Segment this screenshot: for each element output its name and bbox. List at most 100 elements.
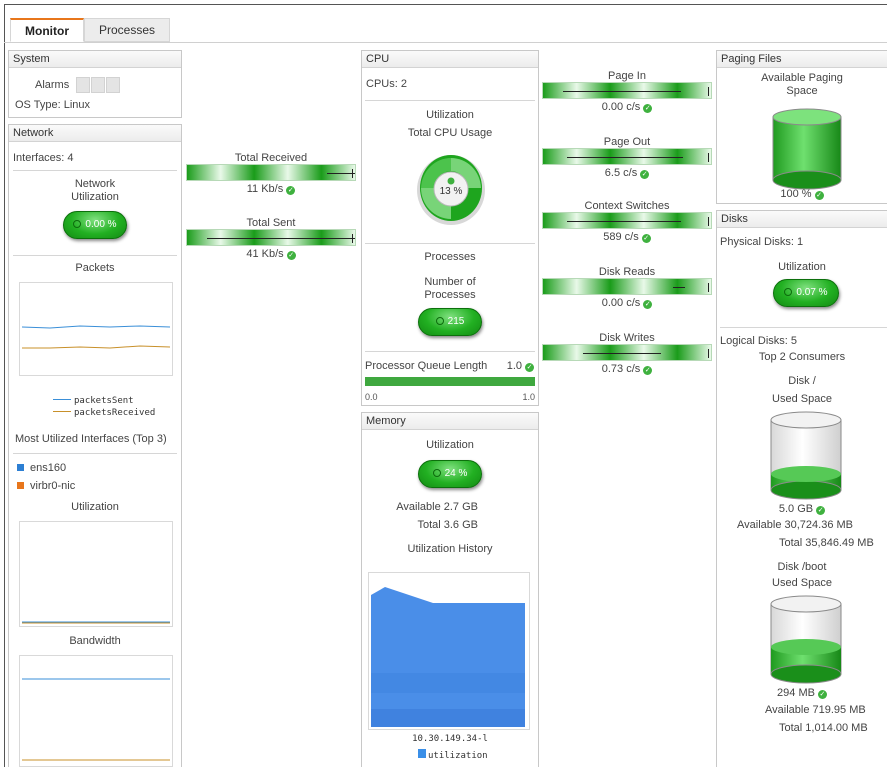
interface-utilization-chart[interactable]: [19, 521, 173, 627]
disk-root-name: Disk /: [788, 375, 816, 387]
disk-boot-cylinder[interactable]: [770, 595, 842, 688]
packets-chart[interactable]: [19, 282, 173, 376]
queue-length-bar: [365, 377, 535, 386]
network-utilization-value: 0.00 %: [85, 219, 117, 230]
total-received-meter[interactable]: [186, 164, 356, 181]
paging-cylinder[interactable]: [772, 108, 842, 193]
network-utilization-pill[interactable]: 0.00 %: [63, 211, 127, 239]
ok-check-icon: ✓: [643, 300, 653, 309]
counter-meter[interactable]: [542, 344, 712, 361]
alarm-indicator-3[interactable]: [106, 77, 121, 93]
counter-label: Disk Reads: [598, 266, 656, 278]
tab-bar: Monitor Processes: [10, 18, 171, 42]
ok-check-icon: ✓: [814, 191, 824, 200]
disks-panel: Disks Physical Disks: 1 Utilization 0.07…: [716, 210, 887, 767]
available-paging-label: Available Paging Space: [761, 72, 843, 97]
physical-disks: Physical Disks: 1: [720, 236, 804, 248]
alarm-indicator-1[interactable]: [76, 77, 91, 93]
disk-root-total: Total 35,846.49 MB: [779, 537, 874, 549]
counter-value: 0.73 c/s: [601, 363, 641, 375]
tab-monitor[interactable]: Monitor: [10, 18, 84, 42]
processes-heading: Processes: [424, 251, 476, 263]
number-of-processes-label: Number of Processes: [424, 276, 476, 301]
processes-pill[interactable]: 215: [418, 308, 482, 336]
disk-root-value: 5.0 GB: [778, 503, 814, 515]
legend-line-icon: [53, 411, 71, 412]
disks-title: Disks: [717, 211, 887, 228]
bandwidth-chart[interactable]: [19, 655, 173, 767]
memory-panel: Memory Utilization 24 % Available 2.7 GB…: [361, 412, 539, 767]
system-panel: System Alarms OS Type: Linux: [8, 50, 182, 118]
ok-check-icon: ✓: [643, 104, 653, 113]
bandwidth-label: Bandwidth: [69, 635, 121, 647]
disk-root-available: Available 30,724.36 MB: [737, 519, 853, 531]
total-sent-value: 41 Kb/s: [246, 248, 284, 260]
counter-meter[interactable]: [542, 278, 712, 295]
legend-swatch-icon: [418, 749, 426, 758]
counter-meter[interactable]: [542, 212, 712, 229]
disk-boot-available: Available 719.95 MB: [765, 704, 866, 716]
logical-disks: Logical Disks: 5: [720, 335, 798, 347]
interface-utilization-label: Utilization: [71, 501, 119, 513]
total-sent-label: Total Sent: [246, 217, 296, 229]
counter-value-row: 0.00 c/s ✓: [542, 101, 712, 113]
top-consumers: Top 2 Consumers: [758, 351, 846, 363]
packets-chart-svg: [21, 325, 171, 349]
memory-panel-title: Memory: [362, 413, 538, 430]
interfaces-count: Interfaces: 4: [13, 152, 74, 164]
total-sent-meter[interactable]: [186, 229, 356, 246]
counter-label: Disk Writes: [599, 332, 655, 344]
disk-boot-name: Disk /boot: [777, 561, 827, 573]
disk-utilization-label: Utilization: [778, 261, 826, 273]
alarm-indicator-2[interactable]: [91, 77, 106, 93]
disk-root-cylinder[interactable]: [770, 411, 842, 504]
cpu-panel-title: CPU: [362, 51, 538, 68]
queue-max: 1.0: [522, 392, 535, 402]
utilization-history-svg: [371, 587, 525, 727]
counter-value-row: 0.00 c/s ✓: [542, 297, 712, 309]
paging-value-row: 100 % ✓: [717, 188, 887, 200]
interface-label: virbr0-nic: [30, 480, 76, 492]
counter-value-row: 0.73 c/s ✓: [542, 363, 712, 375]
status-dot-icon: [73, 220, 82, 228]
disk-boot-value: 294 MB: [777, 687, 815, 699]
interface-label: ens160: [30, 462, 67, 474]
counter-meter[interactable]: [542, 82, 712, 99]
bandwidth-svg: [22, 678, 170, 761]
interface-item-ens160[interactable]: ens160: [17, 462, 66, 474]
legend-label: packetsSent: [74, 396, 134, 406]
interface-item-virbr0[interactable]: virbr0-nic: [17, 480, 75, 492]
most-utilized-title: Most Utilized Interfaces (Top 3): [15, 433, 167, 445]
os-type: OS Type: Linux: [15, 99, 91, 111]
ok-check-icon: ✓: [816, 506, 826, 515]
packets-received-line: [22, 345, 171, 349]
packets-label: Packets: [75, 262, 115, 274]
cpu-count: CPUs: 2: [366, 78, 407, 90]
paging-files-panel: Paging Files Available Paging Space 100 …: [716, 50, 887, 204]
status-dot-icon: [435, 317, 444, 325]
legend-line-icon: [53, 399, 71, 400]
counter-label: Page In: [608, 70, 646, 82]
ok-check-icon: ✓: [286, 186, 296, 195]
counter-label: Context Switches: [584, 200, 670, 212]
counter-value: 589 c/s: [603, 231, 639, 243]
separator: [365, 351, 535, 352]
paging-files-title: Paging Files: [717, 51, 887, 68]
cpu-gauge[interactable]: 13 %: [415, 150, 487, 226]
interface-utilization-svg: [22, 621, 170, 624]
counter-meter[interactable]: [542, 148, 712, 165]
paging-value: 100 %: [780, 188, 812, 200]
memory-utilization-value: 24 %: [444, 468, 468, 479]
memory-legend-label: utilization: [428, 751, 488, 761]
disk-boot-total: Total 1,014.00 MB: [779, 722, 868, 734]
cpu-utilization-heading: Utilization: [426, 109, 474, 121]
tab-processes[interactable]: Processes: [84, 18, 171, 42]
processes-value: 215: [447, 316, 465, 327]
counter-value: 6.5 c/s: [604, 167, 638, 179]
utilization-history-chart[interactable]: [368, 572, 530, 730]
memory-utilization-pill[interactable]: 24 %: [418, 460, 482, 488]
separator: [13, 453, 177, 454]
queue-length-value-row: 1.0 ✓: [507, 360, 534, 372]
disk-root-value-row: 5.0 GB ✓: [717, 503, 887, 515]
disk-utilization-pill[interactable]: 0.07 %: [773, 279, 839, 307]
